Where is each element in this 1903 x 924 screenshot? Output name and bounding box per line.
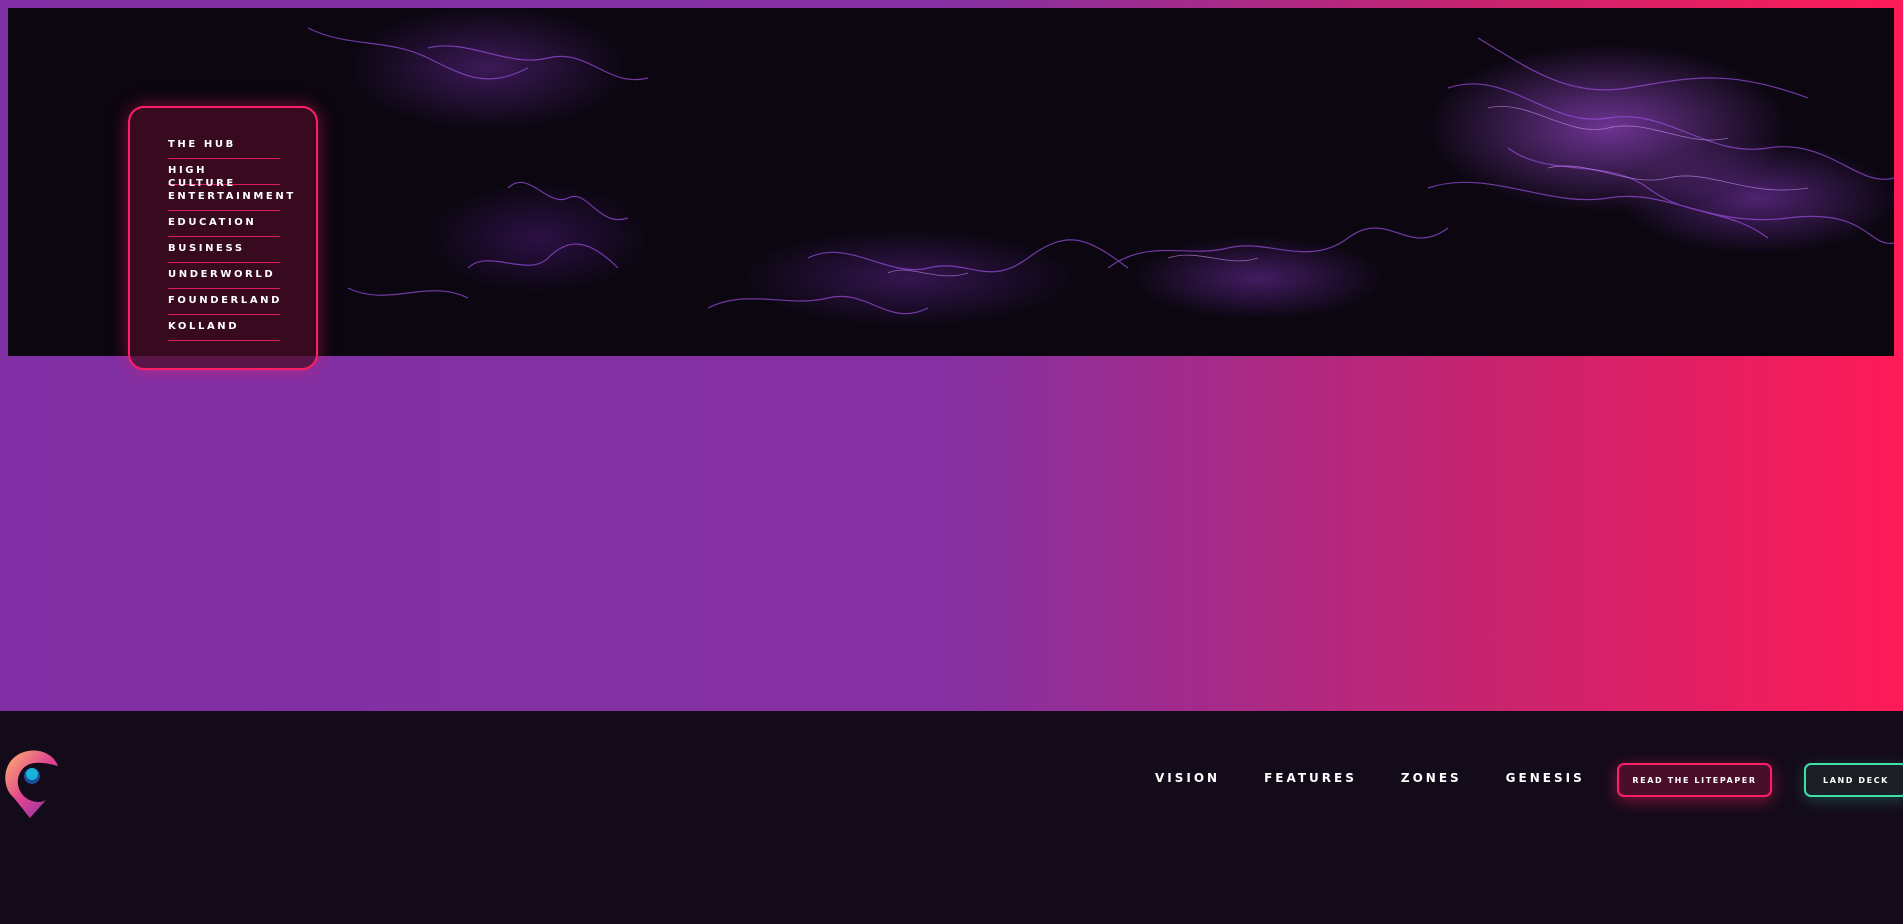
zone-item-education[interactable]: EDUCATION <box>168 211 280 237</box>
zone-item-founderland[interactable]: FOUNDERLAND <box>168 289 280 315</box>
nav-link-vision[interactable]: VISION <box>1155 771 1220 791</box>
nav-link-zones[interactable]: ZONES <box>1401 771 1462 791</box>
zone-item-underworld[interactable]: UNDERWORLD <box>168 263 280 289</box>
bottom-navigation-bar <box>0 711 1903 924</box>
zone-menu: THE HUB HIGH CULTURE ENTERTAINMENT EDUCA… <box>128 106 318 370</box>
zone-item-high-culture[interactable]: HIGH CULTURE <box>168 159 280 189</box>
zone-item-kolland[interactable]: KOLLAND <box>168 315 280 341</box>
zone-item-the-hub[interactable]: THE HUB <box>168 138 280 159</box>
zone-item-business[interactable]: BUSINESS <box>168 237 280 263</box>
nav-link-features[interactable]: FEATURES <box>1264 771 1357 791</box>
land-deck-button[interactable]: LAND DECK <box>1804 763 1903 797</box>
logo-icon <box>5 750 58 818</box>
read-litepaper-button[interactable]: READ THE LITEPAPER <box>1617 763 1772 797</box>
brand-logo[interactable] <box>0 740 64 820</box>
main-nav: VISION FEATURES ZONES GENESIS <box>1155 771 1629 791</box>
nav-link-genesis[interactable]: GENESIS <box>1506 771 1585 791</box>
